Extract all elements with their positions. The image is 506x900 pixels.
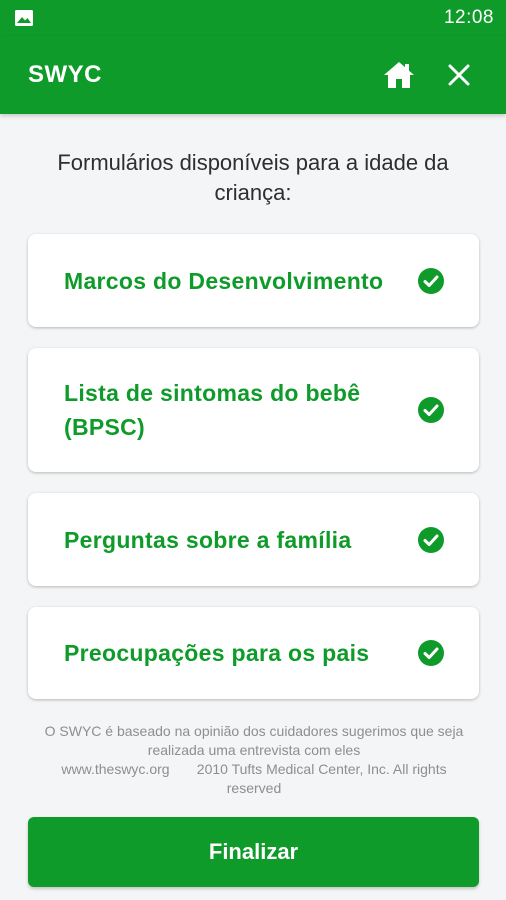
footer-disclaimer: O SWYC é baseado na opinião dos cuidador… — [34, 722, 474, 798]
app-title: SWYC — [28, 61, 102, 88]
home-icon — [384, 62, 414, 88]
status-time: 12:08 — [443, 7, 494, 28]
finish-button[interactable]: Finalizar — [28, 817, 479, 887]
form-card-preocupacoes[interactable]: Preocupações para os pais — [28, 607, 479, 699]
form-card-label: Lista de sintomas do bebê (BPSC) — [64, 380, 361, 440]
check-circle-icon — [418, 267, 444, 294]
page-heading: Formulários disponíveis para a idade da … — [57, 150, 449, 205]
form-card-label: Perguntas sobre a família — [64, 526, 352, 553]
form-card-label: Marcos do Desenvolvimento — [64, 267, 384, 294]
form-card-familia[interactable]: Perguntas sobre a família — [28, 493, 479, 586]
home-button[interactable] — [382, 58, 416, 92]
disclaimer-text: O SWYC é baseado na opinião dos cuidador… — [44, 723, 464, 758]
close-icon — [448, 64, 470, 86]
check-circle-icon — [418, 640, 444, 666]
image-notification-icon — [15, 10, 33, 26]
check-circle-icon — [418, 526, 444, 553]
app-bar: SWYC — [0, 36, 506, 114]
form-card-label: Preocupações para os pais — [64, 640, 370, 666]
close-button[interactable] — [442, 58, 476, 92]
copyright-text: 2010 Tufts Medical Center, Inc. All righ… — [196, 761, 447, 796]
check-circle-icon — [418, 397, 444, 423]
status-bar: 12:08 — [0, 0, 506, 36]
form-card-marcos[interactable]: Marcos do Desenvolvimento — [28, 234, 479, 327]
website-link[interactable]: www.theswyc.org — [61, 761, 169, 777]
form-card-bpsc[interactable]: Lista de sintomas do bebê (BPSC) — [28, 348, 479, 472]
